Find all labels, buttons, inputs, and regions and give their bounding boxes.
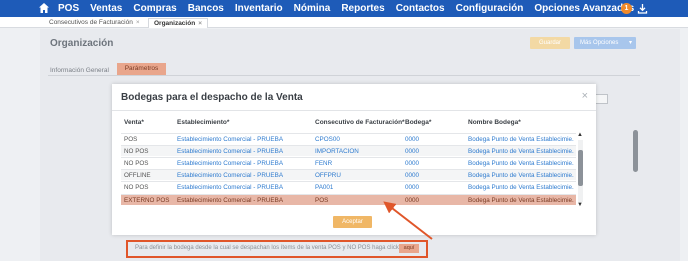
cell-consecutivo[interactable]: OFFPRU [315, 170, 341, 181]
subtab-informacion-general[interactable]: Información General [50, 67, 109, 74]
subtab-parametros[interactable]: Parámetros [117, 63, 166, 75]
cell-consecutivo[interactable]: PA001 [315, 182, 333, 193]
cell-venta: NO POS [124, 148, 149, 155]
cell-venta: OFFLINE [124, 172, 151, 179]
nav-item-contactos[interactable]: Contactos [396, 3, 445, 14]
column-header-consecutivo: Consecutivo de Facturación* [315, 119, 405, 126]
cell-consecutivo[interactable]: CPOS00 [315, 134, 340, 145]
cell-nombre-bodega[interactable]: Bodega Punto de Venta Establecimie... [468, 195, 574, 206]
nav-item-bancos[interactable]: Bancos [188, 3, 224, 14]
table-row[interactable]: NO POS Establecimiento Comercial - PRUEB… [121, 145, 576, 156]
cell-nombre-bodega[interactable]: Bodega Punto de Venta Establecimie... [468, 158, 574, 169]
home-icon[interactable] [38, 2, 50, 14]
cell-bodega[interactable]: 0000 [405, 158, 419, 169]
modal-title: Bodegas para el despacho de la Venta [121, 92, 303, 103]
cell-consecutivo[interactable]: FENR [315, 158, 332, 169]
page-scrollbar[interactable] [633, 130, 638, 172]
cell-consecutivo[interactable]: IMPORTACION [315, 146, 359, 157]
nav-menu: POS Ventas Compras Bancos Inventario Nóm… [58, 0, 645, 17]
top-nav: POS Ventas Compras Bancos Inventario Nóm… [0, 0, 688, 17]
cell-establecimiento[interactable]: Establecimiento Comercial - PRUEBA [177, 134, 283, 145]
accept-button[interactable]: Aceptar [333, 216, 372, 228]
cell-establecimiento[interactable]: Establecimiento Comercial - PRUEBA [177, 195, 283, 206]
scroll-up-icon[interactable]: ▲ [577, 132, 583, 138]
cell-venta: NO POS [124, 184, 149, 191]
nav-item-nomina[interactable]: Nómina [294, 3, 331, 14]
nav-item-ventas[interactable]: Ventas [90, 3, 122, 14]
cell-nombre-bodega[interactable]: Bodega Punto de Venta Establecimie... [468, 182, 574, 193]
table-row-highlighted[interactable]: EXTERNO POS Establecimiento Comercial - … [121, 194, 576, 205]
nav-item-configuracion[interactable]: Configuración [456, 3, 524, 14]
cell-establecimiento[interactable]: Establecimiento Comercial - PRUEBA [177, 170, 283, 181]
nav-item-reportes[interactable]: Reportes [341, 3, 384, 14]
download-icon[interactable] [637, 3, 648, 14]
table-row[interactable]: NO POS Establecimiento Comercial - PRUEB… [121, 157, 576, 168]
cell-nombre-bodega[interactable]: Bodega Punto de Venta Establecimie... [468, 134, 574, 145]
tab-label: Organización [154, 20, 196, 27]
chevron-down-icon: ▾ [628, 40, 632, 46]
hint-box: Para definir la bodega desde la cual se … [126, 240, 428, 258]
table-scrollbar[interactable]: ▲ ▼ [577, 132, 583, 210]
cell-venta: POS [124, 136, 138, 143]
scrollbar-thumb[interactable] [578, 150, 583, 186]
column-header-establecimiento: Establecimiento* [177, 119, 230, 126]
cell-bodega[interactable]: 0000 [405, 195, 419, 206]
modal-divider [112, 110, 596, 111]
column-header-nombre-bodega: Nombre Bodega* [468, 119, 521, 126]
notification-badge[interactable]: 1 [621, 3, 632, 14]
cell-venta: NO POS [124, 160, 149, 167]
close-icon[interactable]: × [582, 90, 588, 102]
close-icon[interactable]: × [136, 19, 140, 26]
cell-establecimiento[interactable]: Establecimiento Comercial - PRUEBA [177, 158, 283, 169]
open-tabs-bar: Consecutivos de Facturación × Organizació… [0, 17, 688, 28]
page-title: Organización [50, 38, 114, 49]
table-row[interactable]: OFFLINE Establecimiento Comercial - PRUE… [121, 169, 576, 180]
table-row[interactable]: NO POS Establecimiento Comercial - PRUEB… [121, 181, 576, 192]
column-header-venta: Venta* [124, 119, 144, 126]
here-button[interactable]: aquí [399, 244, 419, 253]
nav-item-pos[interactable]: POS [58, 3, 79, 14]
save-button[interactable]: Guardar [530, 37, 570, 49]
nav-item-opciones-avanzadas[interactable]: Opciones Avanzadas [534, 3, 634, 14]
cell-nombre-bodega[interactable]: Bodega Punto de Venta Establecimie... [468, 170, 574, 181]
column-header-bodega: Bodega* [405, 119, 432, 126]
cell-consecutivo[interactable]: POS [315, 195, 328, 206]
cell-bodega[interactable]: 0000 [405, 146, 419, 157]
cell-establecimiento[interactable]: Establecimiento Comercial - PRUEBA [177, 182, 283, 193]
nav-item-inventario[interactable]: Inventario [235, 3, 283, 14]
tab-organizacion[interactable]: Organización × [148, 18, 208, 28]
cell-venta: EXTERNO POS [124, 197, 170, 204]
cell-bodega[interactable]: 0000 [405, 182, 419, 193]
table-row[interactable]: POS Establecimiento Comercial - PRUEBA C… [121, 133, 576, 144]
more-options-label: Más Opciones [580, 40, 619, 46]
scroll-down-icon[interactable]: ▼ [577, 202, 583, 208]
cell-establecimiento[interactable]: Establecimiento Comercial - PRUEBA [177, 146, 283, 157]
tab-label: Consecutivos de Facturación [49, 19, 133, 26]
subtab-divider [48, 75, 640, 76]
hint-text: Para definir la bodega desde la cual se … [135, 245, 399, 251]
close-icon[interactable]: × [198, 20, 202, 27]
tab-consecutivos[interactable]: Consecutivos de Facturación × [44, 18, 145, 28]
nav-item-compras[interactable]: Compras [133, 3, 176, 14]
cell-bodega[interactable]: 0000 [405, 170, 419, 181]
cell-bodega[interactable]: 0000 [405, 134, 419, 145]
more-options-button[interactable]: Más Opciones ▾ [574, 37, 636, 49]
cell-nombre-bodega[interactable]: Bodega Punto de Venta Establecimie... [468, 146, 574, 157]
